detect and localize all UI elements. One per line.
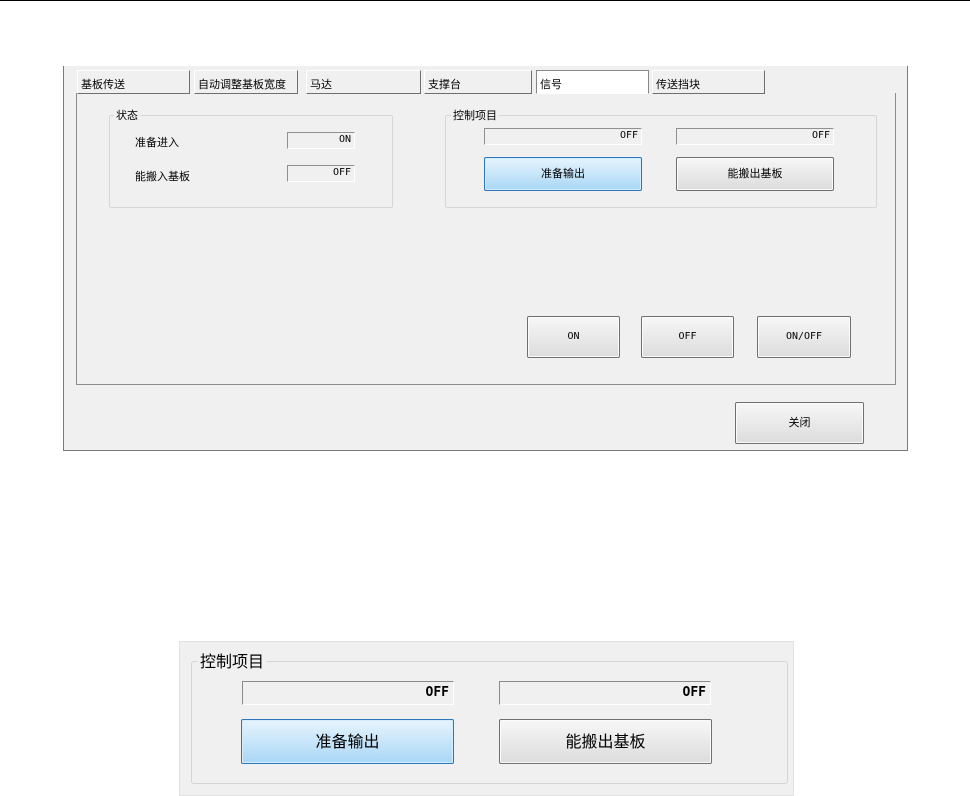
zoom-can-unload-board-button[interactable]: 能搬出基板 (499, 719, 712, 764)
ready-out-button[interactable]: 准备输出 (484, 157, 642, 191)
close-button[interactable]: 关闭 (735, 402, 864, 444)
zoom-control-group-title: 控制项目 (197, 652, 268, 672)
zoom-can-unload-board-value: OFF (499, 681, 711, 705)
on-off-button[interactable]: ON/OFF (757, 316, 851, 358)
ready-in-value: ON (287, 132, 355, 149)
ready-in-label: 准备进入 (135, 136, 179, 149)
ready-out-value: OFF (484, 128, 642, 145)
tab-motor[interactable]: 马达 (306, 70, 421, 94)
zoom-ready-out-button[interactable]: 准备输出 (241, 719, 454, 764)
can-load-board-label: 能搬入基板 (135, 170, 190, 183)
off-button[interactable]: OFF (641, 316, 734, 358)
tab-transfer-stopper[interactable]: 传送挡块 (652, 70, 765, 94)
zoom-ready-out-value: OFF (242, 681, 454, 705)
can-load-board-value: OFF (287, 165, 355, 182)
control-group-title: 控制项目 (451, 109, 499, 122)
tab-signal[interactable]: 信号 (536, 70, 649, 94)
status-group (109, 115, 393, 208)
can-unload-board-value: OFF (676, 128, 834, 145)
tab-auto-width[interactable]: 自动调整基板宽度 (194, 70, 298, 94)
status-group-title: 状态 (114, 109, 140, 122)
top-rule (0, 0, 970, 1)
can-unload-board-button[interactable]: 能搬出基板 (676, 157, 834, 191)
tab-support-table[interactable]: 支撑台 (424, 70, 532, 94)
tab-board-transfer[interactable]: 基板传送 (77, 70, 190, 94)
on-button[interactable]: ON (527, 316, 620, 358)
